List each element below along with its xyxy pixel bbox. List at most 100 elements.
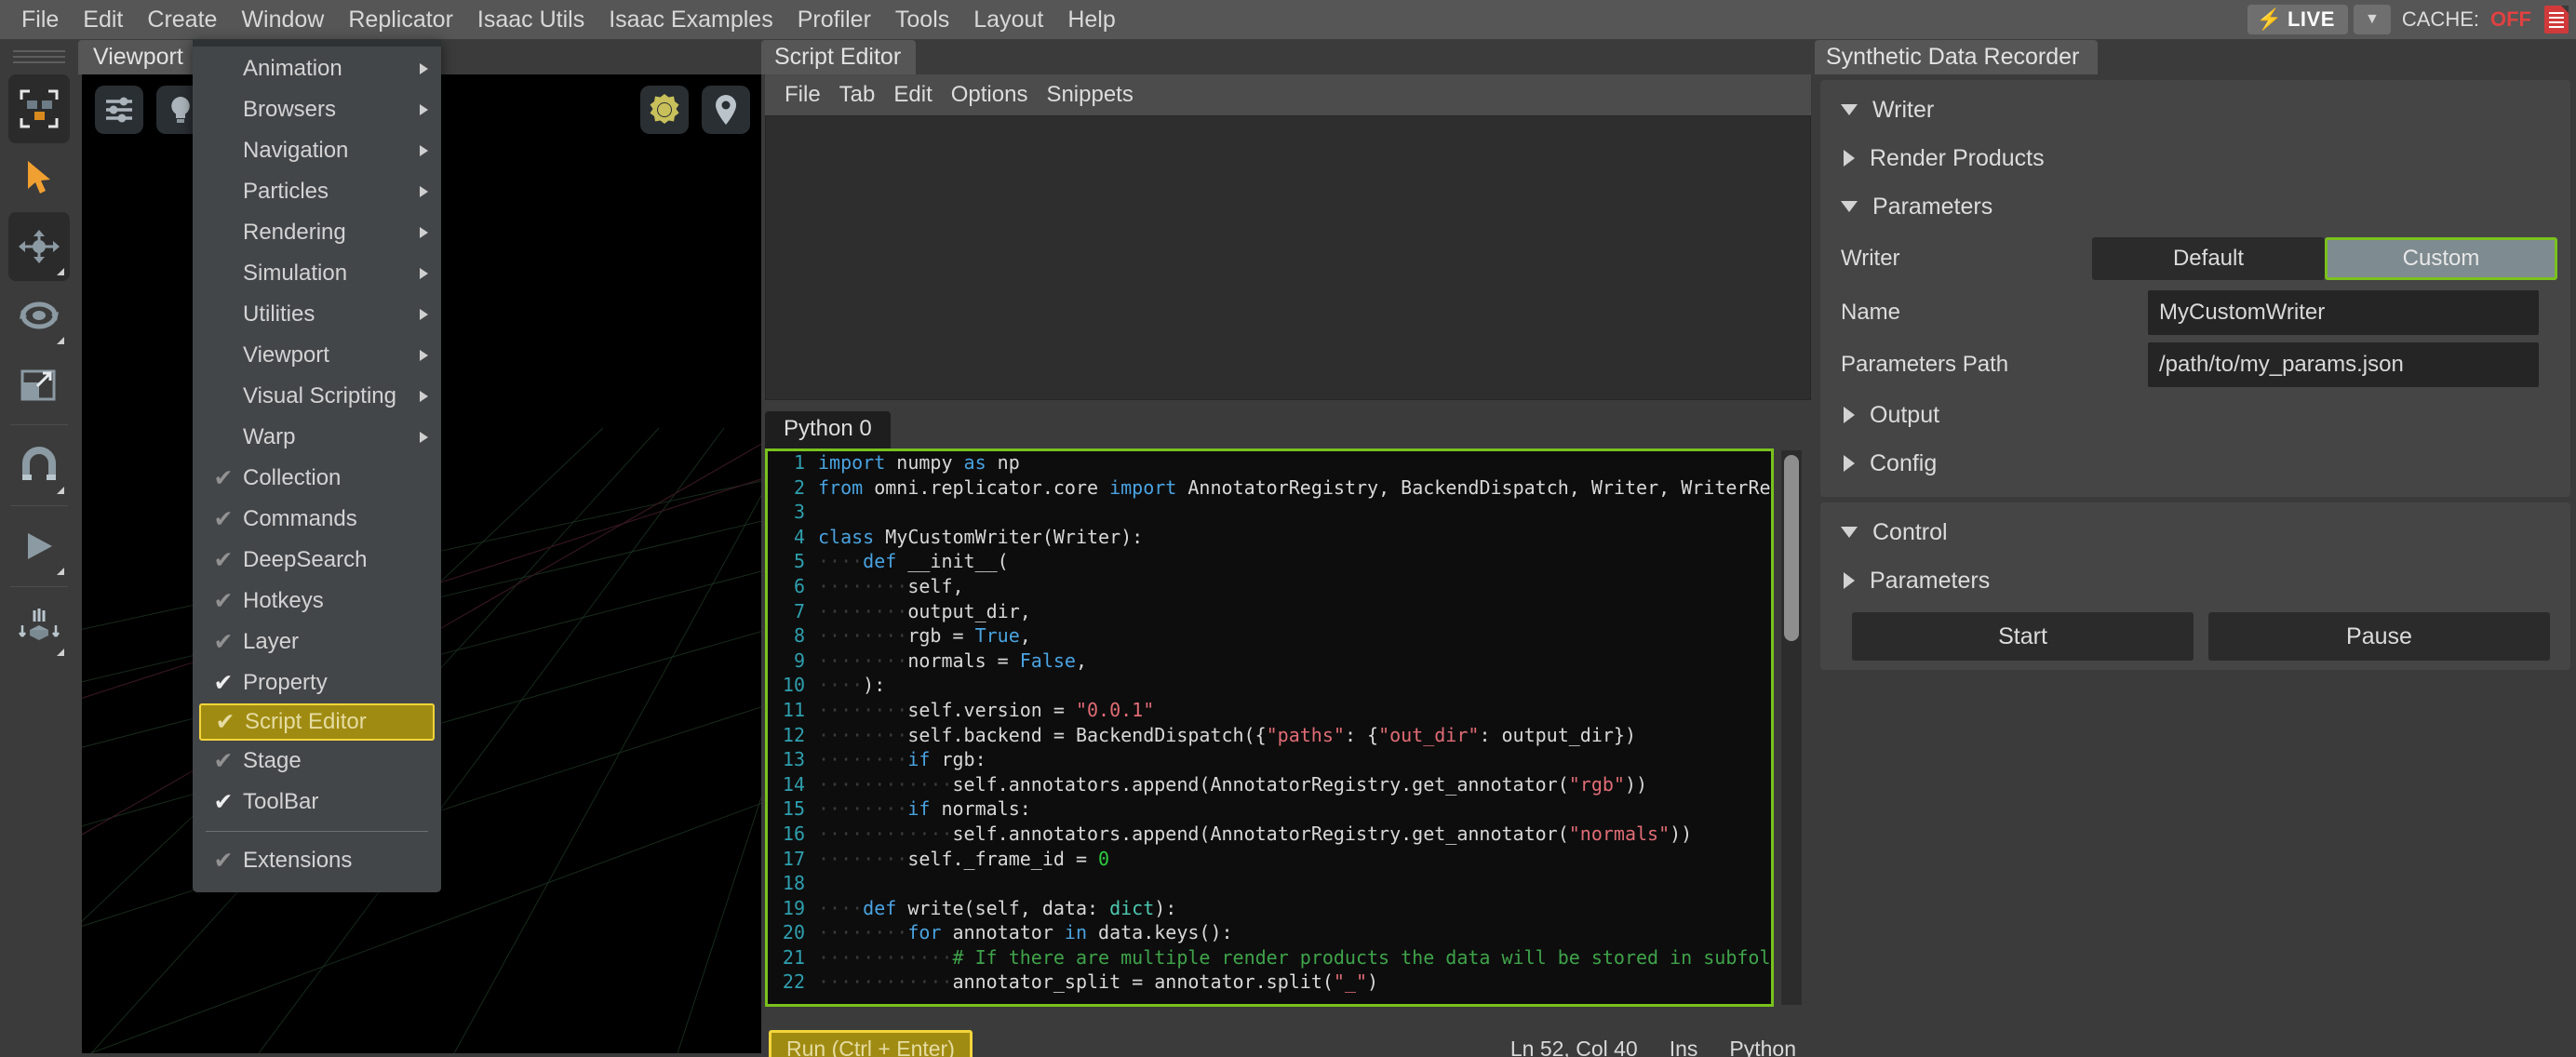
window-menu-item-toolbar[interactable]: ✔ ToolBar	[193, 782, 441, 823]
chevron-right-icon[interactable]	[1844, 455, 1855, 472]
sdr-tabbar: Synthetic Data Recorder	[1815, 39, 2576, 74]
window-menu-item-property[interactable]: ✔ Property	[193, 662, 441, 703]
tab-python-0[interactable]: Python 0	[765, 411, 891, 448]
tool-options-corner[interactable]	[57, 337, 64, 344]
play-icon[interactable]	[8, 512, 70, 581]
chevron-right-icon[interactable]	[1844, 407, 1855, 423]
script-menu-item-tab[interactable]: Tab	[830, 74, 885, 115]
menubar-item-edit[interactable]: Edit	[71, 0, 135, 39]
sdr-writer-section-header[interactable]: Writer	[1820, 86, 2570, 134]
script-menu-item-edit[interactable]: Edit	[884, 74, 941, 115]
sdr-render-products-header[interactable]: Render Products	[1820, 134, 2570, 182]
window-menu-item-script-editor[interactable]: ✔ Script Editor	[199, 703, 435, 741]
menubar-item-file[interactable]: File	[9, 0, 71, 39]
check-placeholder-icon: ✔	[204, 178, 243, 206]
menubar-item-layout[interactable]: Layout	[961, 0, 1055, 39]
move-tool-icon[interactable]	[8, 212, 70, 281]
writer-default-button[interactable]: Default	[2092, 237, 2325, 280]
code-vertical-scrollbar[interactable]	[1781, 450, 1802, 1005]
chevron-down-icon[interactable]	[1841, 527, 1858, 538]
writer-name-input[interactable]: MyCustomWriter	[2148, 290, 2539, 335]
sun-light-icon[interactable]	[640, 86, 689, 134]
window-menu-item-viewport[interactable]: ✔Viewport	[193, 335, 441, 376]
menubar-item-isaac-examples[interactable]: Isaac Examples	[597, 0, 785, 39]
sdr-control-parameters-header[interactable]: Parameters	[1820, 556, 2570, 605]
writer-custom-button[interactable]: Custom	[2325, 237, 2557, 280]
menubar-item-tools[interactable]: Tools	[883, 0, 961, 39]
start-button[interactable]: Start	[1852, 612, 2194, 661]
tool-options-corner[interactable]	[57, 649, 64, 656]
tab-script-editor[interactable]: Script Editor	[761, 40, 917, 74]
scale-tool-icon[interactable]	[8, 350, 70, 419]
window-menu-item-utilities[interactable]: ✔Utilities	[193, 294, 441, 335]
window-menu-item-visual-scripting[interactable]: ✔Visual Scripting	[193, 376, 441, 417]
window-menu-item-label: Extensions	[243, 848, 353, 873]
live-chevron-down-icon[interactable]: ▼	[2353, 5, 2391, 34]
menubar-item-help[interactable]: Help	[1055, 0, 1127, 39]
check-placeholder-icon: ✔	[204, 96, 243, 124]
menubar-item-isaac-utils[interactable]: Isaac Utils	[465, 0, 597, 39]
sdr-config-header[interactable]: Config	[1820, 439, 2570, 488]
script-menu-item-file[interactable]: File	[775, 74, 830, 115]
window-menu-item-animation[interactable]: ✔Animation	[193, 48, 441, 89]
check-icon: ✔	[213, 848, 234, 874]
window-menu-item-label: Collection	[243, 465, 342, 490]
window-menu-item-hotkeys[interactable]: ✔ Hotkeys	[193, 581, 441, 622]
tool-options-corner[interactable]	[57, 487, 64, 494]
chevron-right-icon[interactable]	[1844, 572, 1855, 589]
tool-options-corner[interactable]	[57, 568, 64, 575]
chevron-down-icon[interactable]	[1841, 104, 1858, 115]
menubar-item-window[interactable]: Window	[229, 0, 336, 39]
window-menu-item-commands[interactable]: ✔ Commands	[193, 499, 441, 540]
location-pin-icon[interactable]	[702, 86, 750, 134]
live-button[interactable]: ⚡ LIVE	[2247, 5, 2348, 34]
window-menu-item-rendering[interactable]: ✔Rendering	[193, 212, 441, 253]
window-menu-item-deepsearch[interactable]: ✔ DeepSearch	[193, 540, 441, 581]
code-line: 1 import numpy as np	[768, 451, 1771, 476]
script-menu-item-options[interactable]: Options	[942, 74, 1038, 115]
pause-button[interactable]: Pause	[2208, 612, 2550, 661]
tab-synthetic-data-recorder[interactable]: Synthetic Data Recorder	[1815, 40, 2099, 74]
physics-drop-icon[interactable]	[8, 593, 70, 662]
code-line-number: 6	[793, 574, 805, 597]
parameters-path-input[interactable]: /path/to/my_params.json	[2148, 342, 2539, 387]
cursor-arrow-icon[interactable]	[8, 143, 70, 212]
window-menu-item-particles[interactable]: ✔Particles	[193, 171, 441, 212]
code-scrollbar-thumb[interactable]	[1784, 455, 1799, 641]
check-icon: ✔	[213, 748, 234, 774]
sdr-control-section-header[interactable]: Control	[1820, 508, 2570, 556]
window-menu-item-browsers[interactable]: ✔Browsers	[193, 89, 441, 130]
window-menu-item-collection[interactable]: ✔ Collection	[193, 458, 441, 499]
run-button[interactable]: Run (Ctrl + Enter)	[769, 1029, 973, 1057]
cache-file-icon[interactable]	[2544, 6, 2569, 33]
menubar-item-replicator[interactable]: Replicator	[336, 0, 465, 39]
window-menu-item-warp[interactable]: ✔Warp	[193, 417, 441, 458]
window-menu-item-simulation[interactable]: ✔Simulation	[193, 253, 441, 294]
select-mode-icon[interactable]	[8, 74, 70, 143]
code-line: 15 ········if normals:	[768, 797, 1771, 823]
snap-magnet-icon[interactable]	[8, 431, 70, 500]
tab-viewport[interactable]: Viewport	[78, 40, 198, 74]
script-output-console[interactable]	[765, 115, 1811, 400]
sdr-parameters-label: Parameters	[1872, 193, 1993, 220]
sdr-output-header[interactable]: Output	[1820, 391, 2570, 439]
code-line: 18	[768, 872, 1771, 897]
window-menu-item-navigation[interactable]: ✔Navigation	[193, 130, 441, 171]
sdr-control-parameters-label: Parameters	[1870, 567, 1991, 594]
chevron-down-icon[interactable]	[1841, 201, 1858, 212]
window-menu-item-stage[interactable]: ✔ Stage	[193, 741, 441, 782]
render-settings-icon[interactable]	[95, 86, 143, 134]
menubar-item-profiler[interactable]: Profiler	[785, 0, 883, 39]
rotate-tool-icon[interactable]	[8, 281, 70, 350]
submenu-arrow-icon	[420, 432, 428, 443]
menubar-item-create[interactable]: Create	[135, 0, 229, 39]
window-menu-item-extensions[interactable]: ✔ Extensions	[193, 840, 441, 881]
code-line-number: 21	[782, 945, 805, 969]
tool-options-corner[interactable]	[57, 268, 64, 275]
chevron-right-icon[interactable]	[1844, 150, 1855, 167]
code-editor[interactable]: 1 import numpy as np 2 from omni.replicator…	[765, 448, 1774, 1007]
script-menu-item-snippets[interactable]: Snippets	[1037, 74, 1142, 115]
toolbar-drag-grip[interactable]	[13, 47, 65, 67]
window-menu-item-layer[interactable]: ✔ Layer	[193, 622, 441, 662]
sdr-parameters-header[interactable]: Parameters	[1820, 182, 2570, 231]
